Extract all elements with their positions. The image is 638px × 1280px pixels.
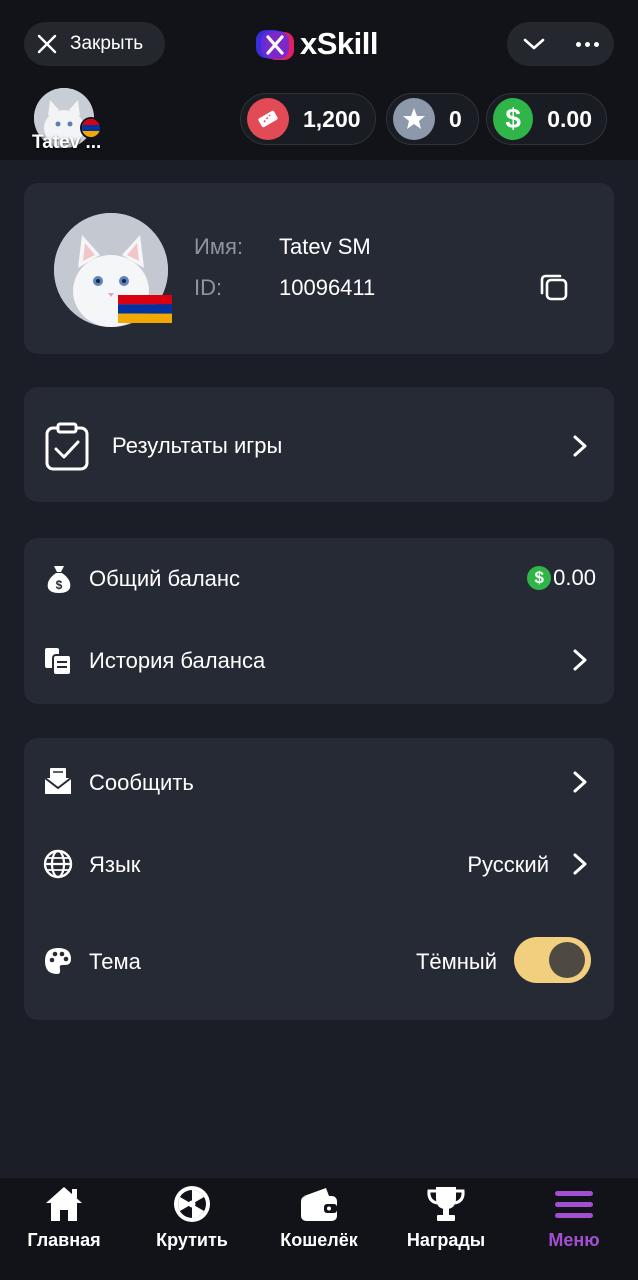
logo-text: xSkill xyxy=(300,26,379,61)
envelope-icon xyxy=(44,768,72,794)
stars-balance[interactable]: 0 xyxy=(386,93,479,145)
name-label: Имя: xyxy=(194,234,243,259)
nav-label-menu: Меню xyxy=(548,1230,600,1250)
balance-history-label: История баланса xyxy=(89,648,266,673)
tickets-value: 1,200 xyxy=(303,105,361,132)
game-results-row[interactable]: Результаты игры xyxy=(24,387,614,502)
trophy-icon xyxy=(427,1187,465,1221)
theme-label: Тема xyxy=(89,949,141,974)
toggle-knob xyxy=(549,942,585,978)
close-button[interactable]: Закрыть xyxy=(24,22,165,66)
nav-item-spin[interactable]: Крутить xyxy=(154,1178,230,1280)
clipboard-check-icon xyxy=(45,422,89,471)
total-balance-value: 0.00 xyxy=(553,565,596,590)
report-row[interactable]: Сообщить xyxy=(24,738,614,824)
language-label: Язык xyxy=(89,852,141,877)
game-results-card[interactable]: Результаты игры xyxy=(24,387,614,502)
nav-item-menu[interactable]: Меню xyxy=(542,1178,606,1280)
nav-label-rewards: Награды xyxy=(406,1230,486,1250)
cash-balance[interactable]: $ 0.00 xyxy=(486,93,607,145)
close-label: Закрыть xyxy=(70,33,144,54)
top-bar: Закрыть xSkill Tatev ... 1,200 0 $ 0.00 xyxy=(0,0,638,160)
globe-icon xyxy=(43,849,73,879)
nav-item-wallet[interactable]: Кошелёк xyxy=(278,1178,360,1280)
chevron-right-icon xyxy=(573,771,587,793)
chevron-right-icon xyxy=(573,649,587,671)
logo-icon xyxy=(254,26,294,62)
stars-value: 0 xyxy=(449,105,462,132)
ticket-icon xyxy=(247,98,289,140)
language-row[interactable]: Язык Русский xyxy=(24,824,614,904)
money-bag-icon: $ xyxy=(47,566,71,593)
theme-row: Тема Тёмный xyxy=(24,904,614,1020)
copy-icon[interactable] xyxy=(538,271,570,303)
total-balance-label: Общий баланс xyxy=(89,566,241,591)
user-short-name: Tatev ... xyxy=(32,132,102,153)
bottom-navigation: Главная Крутить Кошелёк Награды Меню xyxy=(0,1178,638,1280)
tickets-balance[interactable]: 1,200 xyxy=(240,93,376,145)
total-balance-amount: $ 0.00 xyxy=(527,565,596,591)
dollar-icon: $ xyxy=(527,566,552,590)
history-documents-icon xyxy=(45,648,72,676)
balance-history-row[interactable]: История баланса xyxy=(24,620,614,704)
header-actions xyxy=(507,22,614,66)
id-label: ID: xyxy=(194,275,223,300)
report-label: Сообщить xyxy=(89,770,194,795)
home-icon xyxy=(46,1187,82,1221)
nav-label-wallet: Кошелёк xyxy=(280,1230,358,1250)
id-value: 10096411 xyxy=(279,275,376,300)
close-icon xyxy=(37,34,57,54)
name-value: Tatev SM xyxy=(279,234,371,259)
nav-item-home[interactable]: Главная xyxy=(26,1178,102,1280)
balance-card: $ Общий баланс $ 0.00 История баланса xyxy=(24,538,614,704)
theme-toggle[interactable] xyxy=(514,937,591,983)
svg-text:$: $ xyxy=(56,578,63,592)
nav-item-rewards[interactable]: Награды xyxy=(405,1178,487,1280)
chevron-right-icon xyxy=(573,853,587,875)
game-results-label: Результаты игры xyxy=(112,433,283,458)
more-options-icon[interactable] xyxy=(576,41,599,47)
total-balance-row: $ Общий баланс $ 0.00 xyxy=(24,538,614,620)
language-value: Русский xyxy=(467,852,549,877)
palette-icon xyxy=(45,948,71,974)
armenia-flag-icon xyxy=(118,295,172,323)
chevron-right-icon xyxy=(573,435,587,457)
nav-label-spin: Крутить xyxy=(156,1230,228,1250)
settings-card: Сообщить Язык Русский Тема Тёмный xyxy=(24,738,614,1020)
dollar-icon: $ xyxy=(493,98,534,140)
wallet-icon xyxy=(301,1188,337,1221)
profile-card: Имя: Tatev SM ID: 10096411 xyxy=(24,183,614,354)
nav-label-home: Главная xyxy=(27,1230,101,1250)
chevron-down-icon[interactable] xyxy=(522,36,546,52)
app-logo: xSkill xyxy=(254,24,379,64)
menu-icon xyxy=(555,1191,593,1218)
theme-value: Тёмный xyxy=(415,949,497,974)
wheel-icon xyxy=(174,1186,210,1222)
cash-value: 0.00 xyxy=(547,105,592,132)
star-icon xyxy=(393,98,435,140)
